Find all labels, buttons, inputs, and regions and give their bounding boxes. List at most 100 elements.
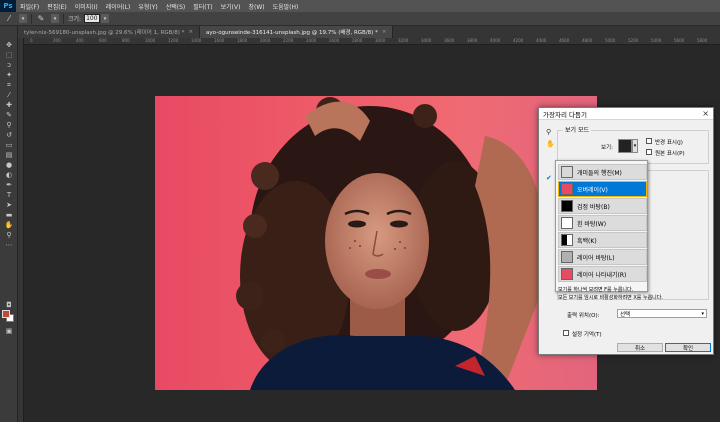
eyedropper-tool-icon[interactable]: ⁄ xyxy=(0,90,18,100)
cancel-button[interactable]: 취소 xyxy=(617,343,663,352)
view-mode-label: 흰 바탕(W) xyxy=(577,220,607,228)
marquee-tool-icon[interactable]: ⬚ xyxy=(0,50,18,60)
output-label: 출력 위치(O): xyxy=(567,313,600,319)
brush-tool-icon[interactable]: ✎ xyxy=(36,14,46,24)
preset-dropdown-icon[interactable]: ▾ xyxy=(19,14,27,23)
hand-tool-icon[interactable]: ✋ xyxy=(0,220,18,230)
view-mode-thumbnail xyxy=(561,183,573,195)
brush-preset-icon[interactable]: ⁄ xyxy=(4,14,14,24)
show-original-checkbox[interactable] xyxy=(646,149,652,155)
ruler-tick-label: 2200 xyxy=(283,38,294,43)
view-mode-label: 개미들의 행진(M) xyxy=(577,169,622,177)
ruler-tick-label: 4000 xyxy=(490,38,501,43)
ruler-tick-label: 2400 xyxy=(306,38,317,43)
dodge-tool-icon[interactable]: ◐ xyxy=(0,170,18,180)
view-mode-black-white[interactable]: 흑백(K) xyxy=(558,232,647,248)
type-tool-icon[interactable]: T xyxy=(0,190,18,200)
menu-window[interactable]: 창(W) xyxy=(248,2,264,11)
screen-mode-icon[interactable]: ▣ xyxy=(0,326,18,336)
vertical-ruler[interactable] xyxy=(18,38,24,422)
chevron-down-icon: ▾ xyxy=(701,310,704,317)
lasso-tool-icon[interactable]: ↄ xyxy=(0,60,18,70)
menu-view[interactable]: 보기(V) xyxy=(221,2,241,11)
view-mode-thumbnail[interactable] xyxy=(618,139,632,153)
ruler-tick-label: 0 xyxy=(30,38,33,43)
gradient-tool-icon[interactable]: ▤ xyxy=(0,150,18,160)
zoom-tool-icon[interactable]: ⚲ xyxy=(0,230,18,240)
menu-image[interactable]: 이미지(I) xyxy=(75,2,98,11)
view-mode-thumbnail xyxy=(561,234,573,246)
output-select-value: 선택 xyxy=(620,311,631,318)
view-mode-on-black[interactable]: 검정 바탕(B) xyxy=(558,198,647,214)
portrait-photo[interactable] xyxy=(155,96,597,390)
ruler-tick-label: 1000 xyxy=(145,38,156,43)
blur-tool-icon[interactable]: ● xyxy=(0,160,18,170)
view-mode-on-layers[interactable]: 레이어 바탕(L) xyxy=(558,249,647,265)
view-mode-marching-ants[interactable]: 개미들의 행진(M) xyxy=(558,164,647,180)
view-hint-line-1: 보기를 하나씩 보려면 F를 누릅니다. xyxy=(558,287,634,293)
healing-tool-icon[interactable]: ✚ xyxy=(0,100,18,110)
brush-tool-icon[interactable]: ✎ xyxy=(0,110,18,120)
crop-tool-icon[interactable]: ⌗ xyxy=(0,80,18,90)
menu-file[interactable]: 파일(F) xyxy=(20,2,39,11)
size-input[interactable]: 100 xyxy=(84,14,101,23)
size-dropdown-icon[interactable]: ▾ xyxy=(101,14,110,23)
quick-mask-icon[interactable]: ◘ xyxy=(0,300,18,310)
ruler-tick-label: 4400 xyxy=(536,38,547,43)
close-icon[interactable]: × xyxy=(702,109,709,118)
menu-layer[interactable]: 레이어(L) xyxy=(106,2,131,11)
view-mode-label: 보기 모드 xyxy=(563,125,591,134)
view-mode-dropdown[interactable]: ▾ xyxy=(632,139,638,153)
menu-filter[interactable]: 필터(T) xyxy=(193,2,212,11)
zoom-icon[interactable]: ⚲ xyxy=(546,128,551,136)
shape-tool-icon[interactable]: ▬ xyxy=(0,210,18,220)
remember-settings-checkbox[interactable] xyxy=(563,330,569,336)
view-mode-overlay[interactable]: 오버레이(V) xyxy=(558,181,647,197)
view-mode-thumbnail xyxy=(561,251,573,263)
ruler-tick-label: 5600 xyxy=(674,38,685,43)
hand-icon[interactable]: ✋ xyxy=(546,140,555,148)
stamp-tool-icon[interactable]: ⚲ xyxy=(0,120,18,130)
move-tool-icon[interactable]: ✥ xyxy=(0,40,18,50)
photoshop-window: Ps 파일(F) 편집(E) 이미지(I) 레이어(L) 유형(Y) 선택(S)… xyxy=(0,0,720,422)
pen-tool-icon[interactable]: ✒ xyxy=(0,180,18,190)
brush-dropdown-icon[interactable]: ▾ xyxy=(51,14,59,23)
remember-settings-label: 설정 기억(T) xyxy=(572,332,602,338)
view-mode-label: 레이어 바탕(L) xyxy=(577,254,615,262)
quick-select-tool-icon[interactable]: ✦ xyxy=(0,70,18,80)
menu-select[interactable]: 선택(S) xyxy=(166,2,186,11)
menu-help[interactable]: 도움말(H) xyxy=(273,2,299,11)
ruler-tick-label: 200 xyxy=(53,38,61,43)
options-divider xyxy=(63,13,64,24)
close-icon[interactable]: × xyxy=(188,29,193,35)
eraser-tool-icon[interactable]: ▭ xyxy=(0,140,18,150)
history-brush-icon[interactable]: ↺ xyxy=(0,130,18,140)
more-tools-icon[interactable]: ⋯ xyxy=(0,240,18,250)
menu-type[interactable]: 유형(Y) xyxy=(138,2,157,11)
path-select-tool-icon[interactable]: ➤ xyxy=(0,200,18,210)
close-icon[interactable]: × xyxy=(382,29,387,35)
view-mode-thumbnail xyxy=(561,200,573,212)
ruler-tick-label: 1600 xyxy=(214,38,225,43)
document-tab-bar: tyler-nix-569180-unsplash.jpg @ 29.6% (레… xyxy=(18,26,720,38)
ruler-tick-label: 1400 xyxy=(191,38,202,43)
portrait-illustration xyxy=(236,97,545,390)
output-select[interactable]: 선택 ▾ xyxy=(617,309,707,318)
tab-document-2[interactable]: ayo-ogunseinde-316141-unsplash.jpg @ 19.… xyxy=(200,26,394,38)
view-mode-on-white[interactable]: 흰 바탕(W) xyxy=(558,215,647,231)
tab-document-1[interactable]: tyler-nix-569180-unsplash.jpg @ 29.6% (레… xyxy=(18,26,201,38)
ruler-tick-label: 600 xyxy=(99,38,107,43)
refine-brush-icon[interactable]: ✔ xyxy=(546,174,552,182)
show-radius-checkbox[interactable] xyxy=(646,138,652,144)
view-mode-thumbnail xyxy=(561,217,573,229)
menu-edit[interactable]: 편집(E) xyxy=(47,2,67,11)
ruler-tick-label: 3800 xyxy=(467,38,478,43)
ruler-tick-label: 1200 xyxy=(168,38,179,43)
foreground-color-swatch[interactable] xyxy=(2,310,10,318)
ok-button[interactable]: 확인 xyxy=(665,343,711,352)
ruler-tick-label: 4200 xyxy=(513,38,524,43)
horizontal-ruler[interactable]: 0 200 400 600 800 1000 1200 1400 1600 1800 2000 220… xyxy=(24,38,720,45)
view-mode-reveal-layer[interactable]: 레이어 나타내기(R) xyxy=(558,266,647,282)
view-mode-thumbnail xyxy=(561,166,573,178)
dialog-title: 가장자리 다듬기 xyxy=(539,108,713,120)
